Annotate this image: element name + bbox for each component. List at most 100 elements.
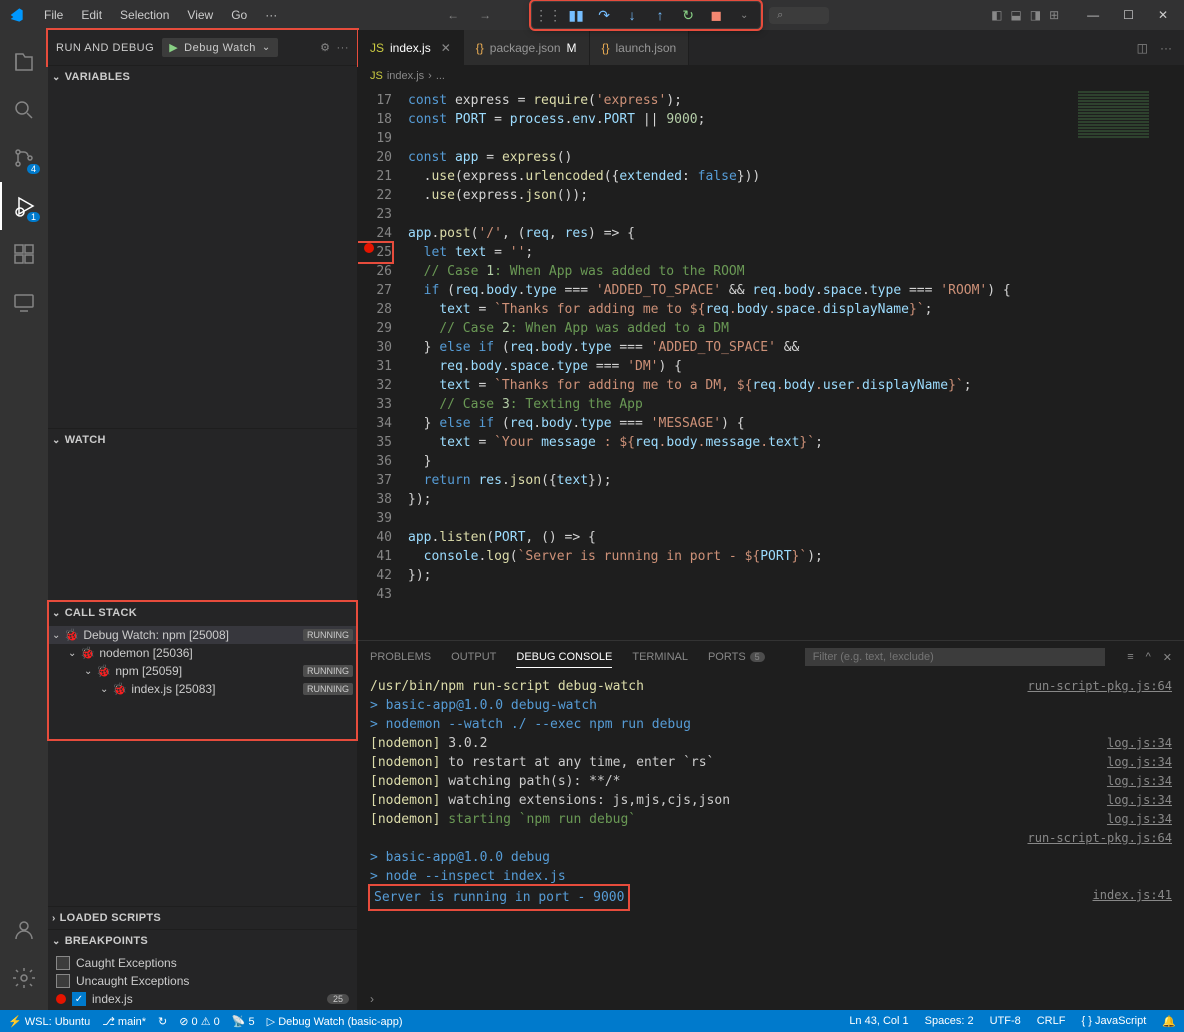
bug-icon: 🐞 xyxy=(64,628,79,642)
console-source-link[interactable]: log.js:34 xyxy=(1107,734,1172,753)
console-source-link[interactable]: index.js:41 xyxy=(1093,886,1172,909)
encoding[interactable]: UTF-8 xyxy=(990,1015,1021,1028)
tab-package-json[interactable]: {}package.jsonM xyxy=(464,30,590,65)
settings-icon[interactable] xyxy=(0,954,48,1002)
split-editor-icon[interactable]: ◫ xyxy=(1137,41,1148,55)
breakpoint-dot-icon xyxy=(56,994,66,1004)
console-line: [nodemon] starting `npm run debug` xyxy=(370,810,1107,829)
clear-console-icon[interactable]: ≡ xyxy=(1127,651,1133,664)
close-tab-icon[interactable]: ✕ xyxy=(441,41,451,55)
explorer-icon[interactable] xyxy=(0,38,48,86)
menu-bar: File Edit Selection View Go ··· xyxy=(36,4,285,26)
notifications-icon[interactable]: 🔔 xyxy=(1162,1015,1176,1028)
debug-drag-handle-icon[interactable]: ⋮⋮ xyxy=(538,5,558,25)
loaded-scripts-header[interactable]: ›LOADED SCRIPTS xyxy=(48,907,357,929)
more-actions-icon[interactable]: ··· xyxy=(1160,41,1172,55)
bug-icon: 🐞 xyxy=(80,646,95,660)
tab-debug-console[interactable]: DEBUG CONSOLE xyxy=(516,647,612,668)
layout-customize-icon[interactable]: ⊞ xyxy=(1049,8,1059,22)
variables-section-header[interactable]: ⌄VARIABLES xyxy=(48,66,357,88)
breakpoints-section-header[interactable]: ⌄BREAKPOINTS xyxy=(48,930,357,952)
breakpoint-file-row[interactable]: ✓index.js25 xyxy=(48,990,357,1008)
run-debug-icon[interactable]: 1 xyxy=(0,182,48,230)
menu-more[interactable]: ··· xyxy=(257,4,285,26)
eol[interactable]: CRLF xyxy=(1037,1015,1066,1028)
layout-panel-icon[interactable]: ⬓ xyxy=(1010,8,1021,22)
window-close-icon[interactable]: ✕ xyxy=(1150,4,1176,26)
extensions-icon[interactable] xyxy=(0,230,48,278)
layout-sidebar-left-icon[interactable]: ◧ xyxy=(991,8,1002,22)
maximize-panel-icon[interactable]: ^ xyxy=(1146,651,1151,664)
run-debug-header: RUN AND DEBUG ▶ Debug Watch ⌄ ⚙ ··· xyxy=(48,30,357,65)
indentation[interactable]: Spaces: 2 xyxy=(925,1015,974,1028)
debug-stop-icon[interactable]: ◼ xyxy=(706,5,726,25)
callstack-row[interactable]: ⌄🐞nodemon [25036] xyxy=(48,644,357,662)
console-line xyxy=(370,829,1028,848)
remote-indicator[interactable]: ⚡ WSL: Ubuntu xyxy=(8,1015,90,1028)
debug-step-over-icon[interactable]: ↷ xyxy=(594,5,614,25)
nav-forward-icon[interactable]: → xyxy=(479,8,491,22)
tab-index-js[interactable]: JSindex.js✕ xyxy=(358,30,464,65)
source-control-icon[interactable]: 4 xyxy=(0,134,48,182)
language-mode[interactable]: { } JavaScript xyxy=(1081,1015,1146,1028)
accounts-icon[interactable] xyxy=(0,906,48,954)
menu-edit[interactable]: Edit xyxy=(73,4,110,26)
minimap[interactable] xyxy=(1074,87,1184,640)
debug-config-dropdown[interactable]: ▶ Debug Watch ⌄ xyxy=(162,38,278,57)
more-icon[interactable]: ··· xyxy=(337,42,350,54)
debug-restart-icon[interactable]: ↻ xyxy=(678,5,698,25)
callstack-row[interactable]: ⌄🐞Debug Watch: npm [25008]RUNNING xyxy=(48,626,357,644)
code-editor[interactable]: 1718192021222324252627282930313233343536… xyxy=(358,87,1184,640)
callstack-row[interactable]: ⌄🐞index.js [25083]RUNNING xyxy=(48,680,357,698)
callstack-row[interactable]: ⌄🐞npm [25059]RUNNING xyxy=(48,662,357,680)
cursor-position[interactable]: Ln 43, Col 1 xyxy=(849,1015,908,1028)
breadcrumb[interactable]: JS index.js›... xyxy=(358,65,1184,87)
console-source-link[interactable]: run-script-pkg.js:64 xyxy=(1028,677,1173,696)
tab-terminal[interactable]: TERMINAL xyxy=(632,647,688,667)
caught-exceptions-checkbox[interactable]: Caught Exceptions xyxy=(48,954,357,972)
nav-back-icon[interactable]: ← xyxy=(447,8,459,22)
menu-go[interactable]: Go xyxy=(223,4,255,26)
menu-file[interactable]: File xyxy=(36,4,71,26)
console-line: > node --inspect index.js xyxy=(370,867,1172,886)
console-source-link[interactable]: log.js:34 xyxy=(1107,791,1172,810)
menu-selection[interactable]: Selection xyxy=(112,4,177,26)
console-source-link[interactable]: log.js:34 xyxy=(1107,772,1172,791)
git-branch[interactable]: ⎇ main* xyxy=(102,1015,146,1028)
breakpoint-indicator-icon[interactable] xyxy=(364,243,374,253)
ports-forwarded[interactable]: 📡 5 xyxy=(232,1015,255,1028)
console-source-link[interactable]: run-script-pkg.js:64 xyxy=(1028,829,1173,848)
debug-console-input[interactable]: › xyxy=(358,988,1184,1010)
search-icon[interactable] xyxy=(0,86,48,134)
remote-explorer-icon[interactable] xyxy=(0,278,48,326)
js-icon: JS xyxy=(370,41,384,55)
debug-status[interactable]: ▷ Debug Watch (basic-app) xyxy=(267,1015,403,1028)
debug-console-filter[interactable] xyxy=(805,648,1105,666)
close-panel-icon[interactable]: ✕ xyxy=(1163,651,1172,664)
callstack-section-header[interactable]: ⌄CALL STACK xyxy=(48,602,357,624)
watch-section-header[interactable]: ⌄WATCH xyxy=(48,429,357,451)
checkbox-checked-icon[interactable]: ✓ xyxy=(72,992,86,1006)
tab-ports[interactable]: PORTS5 xyxy=(708,647,765,667)
git-sync-icon[interactable]: ↻ xyxy=(158,1015,167,1028)
tab-output[interactable]: OUTPUT xyxy=(451,647,496,667)
layout-sidebar-right-icon[interactable]: ◨ xyxy=(1030,8,1041,22)
console-line: [nodemon] 3.0.2 xyxy=(370,734,1107,753)
debug-pause-icon[interactable]: ▮▮ xyxy=(566,5,586,25)
window-maximize-icon[interactable]: ☐ xyxy=(1115,4,1142,26)
menu-view[interactable]: View xyxy=(179,4,221,26)
uncaught-exceptions-checkbox[interactable]: Uncaught Exceptions xyxy=(48,972,357,990)
errors-count[interactable]: ⊘ 0 ⚠ 0 xyxy=(179,1015,220,1028)
debug-step-into-icon[interactable]: ↓ xyxy=(622,5,642,25)
debug-step-out-icon[interactable]: ↑ xyxy=(650,5,670,25)
tab-launch-json[interactable]: {}launch.json xyxy=(590,30,690,65)
vscode-logo-icon xyxy=(8,7,24,23)
command-center[interactable]: ⌕ xyxy=(769,7,829,24)
console-source-link[interactable]: log.js:34 xyxy=(1107,753,1172,772)
window-minimize-icon[interactable]: — xyxy=(1079,4,1107,26)
console-line: /usr/bin/npm run-script debug-watch xyxy=(370,677,1028,696)
gear-icon[interactable]: ⚙ xyxy=(320,41,330,54)
console-source-link[interactable]: log.js:34 xyxy=(1107,810,1172,829)
debug-dropdown-icon[interactable]: ⌄ xyxy=(734,5,754,25)
tab-problems[interactable]: PROBLEMS xyxy=(370,647,431,667)
